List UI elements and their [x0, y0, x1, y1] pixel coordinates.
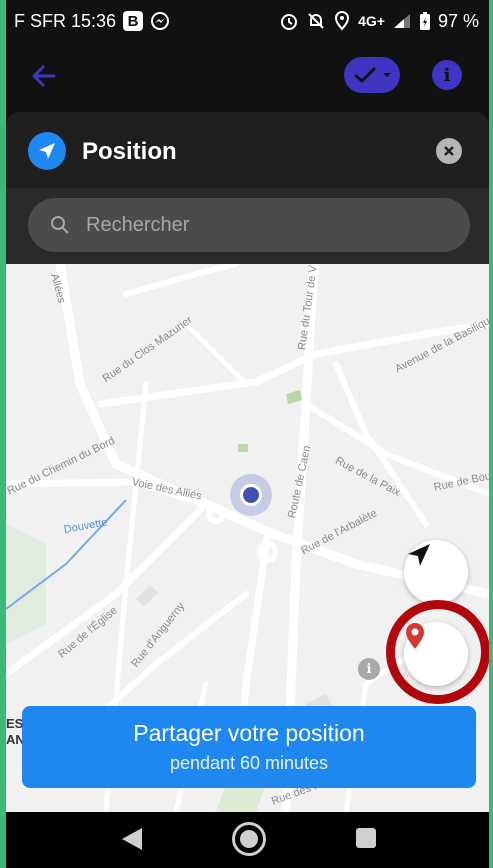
app-bar: i — [6, 42, 489, 110]
back-arrow-icon — [32, 65, 56, 87]
position-sheet: Position Rechercher Allées Rue du Clos M… — [6, 112, 489, 812]
network-type: 4G+ — [358, 13, 385, 29]
system-nav-bar — [6, 812, 489, 868]
alarm-icon — [279, 11, 299, 31]
caret-down-icon — [383, 73, 391, 77]
map-info-button[interactable]: i — [358, 658, 380, 680]
navigation-arrow-icon — [408, 544, 430, 566]
status-left: F SFR 15:36 B — [14, 11, 170, 32]
status-right: 4G+ 97 % — [279, 11, 479, 32]
info-icon: i — [366, 661, 372, 677]
status-bar: F SFR 15:36 B 4G+ 97 % — [6, 0, 489, 42]
share-button-title: Partager votre position — [133, 720, 365, 746]
close-icon — [444, 146, 454, 156]
close-button[interactable] — [436, 138, 462, 164]
info-button[interactable]: i — [432, 60, 462, 90]
nav-recents-button[interactable] — [356, 828, 376, 848]
back-button[interactable] — [28, 60, 60, 92]
phone-screen: F SFR 15:36 B 4G+ 97 % i Position Recher… — [6, 0, 489, 868]
search-icon — [51, 216, 69, 234]
navigation-arrow-icon — [28, 132, 66, 170]
sheet-title: Position — [82, 138, 177, 165]
current-location-marker — [230, 474, 272, 516]
signal-icon — [392, 12, 412, 30]
check-icon — [354, 66, 377, 84]
home-circle-icon — [240, 830, 258, 848]
share-position-button[interactable]: Partager votre position pendant 60 minut… — [22, 706, 476, 788]
search-input[interactable] — [86, 213, 426, 237]
confirm-menu-button[interactable] — [344, 57, 400, 93]
battery-icon — [419, 11, 431, 31]
sheet-header: Position — [6, 112, 489, 188]
search-area — [6, 188, 489, 264]
battery-level: 97 % — [437, 10, 479, 31]
carrier-time: F SFR 15:36 — [14, 10, 117, 31]
location-icon — [333, 11, 351, 31]
recenter-button[interactable] — [404, 540, 468, 604]
info-icon: i — [443, 64, 451, 86]
muted-bell-icon — [306, 11, 326, 31]
search-bar[interactable] — [28, 198, 470, 252]
nav-back-button[interactable] — [120, 826, 144, 857]
nav-home-button[interactable] — [232, 822, 266, 856]
highlight-circle — [386, 600, 489, 704]
b-app-icon: B — [123, 11, 144, 31]
share-button-subtitle: pendant 60 minutes — [169, 753, 329, 773]
triangle-back-icon — [122, 828, 142, 850]
messenger-icon — [150, 11, 170, 31]
